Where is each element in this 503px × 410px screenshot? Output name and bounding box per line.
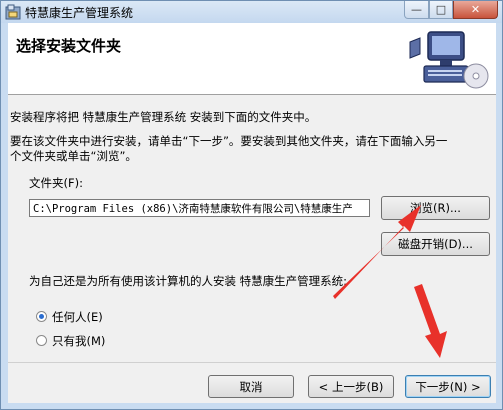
radio-label-everyone: 任何人(E) xyxy=(52,310,103,324)
back-button[interactable]: < 上一步(B) xyxy=(308,375,394,398)
radio-label-only-me: 只有我(M) xyxy=(52,334,106,348)
wizard-header: 选择安装文件夹 xyxy=(8,23,496,95)
radio-option-everyone[interactable]: 任何人(E) xyxy=(36,309,156,325)
radio-button-everyone[interactable] xyxy=(36,311,47,322)
radio-button-only-me[interactable] xyxy=(36,335,47,346)
instruction-text-line2: 个文件夹或单击“浏览”。 xyxy=(10,149,137,163)
next-button[interactable]: 下一步(N) > xyxy=(405,375,491,398)
window-title: 特慧康生产管理系统 xyxy=(25,6,134,20)
installer-window: 特慧康生产管理系统 — □ ✕ 选择安装文件夹 安装程序将把 特慧康生产管理系统… xyxy=(0,0,503,410)
install-for-label: 为自己还是为所有使用该计算机的人安装 特慧康生产管理系统: xyxy=(29,274,348,288)
radio-selected-dot xyxy=(39,314,44,319)
disk-cost-button[interactable]: 磁盘开销(D)... xyxy=(381,232,490,256)
folder-path-input[interactable]: C:\Program Files (x86)\济南特慧康软件有限公司\特慧康生产 xyxy=(29,199,370,217)
page-title: 选择安装文件夹 xyxy=(16,37,122,55)
close-button[interactable]: ✕ xyxy=(453,1,498,19)
minimize-button[interactable]: — xyxy=(404,1,429,19)
cancel-button[interactable]: 取消 xyxy=(208,375,294,398)
instruction-text-line1: 要在该文件夹中进行安装，请单击“下一步”。要安装到其他文件夹，请在下面输入另一 xyxy=(10,134,448,148)
installer-app-icon xyxy=(5,4,21,20)
intro-text: 安装程序将把 特慧康生产管理系统 安装到下面的文件夹中。 xyxy=(10,110,317,124)
title-bar[interactable]: 特慧康生产管理系统 — □ ✕ xyxy=(1,1,502,23)
computer-disc-icon xyxy=(409,31,489,89)
folder-label: 文件夹(F): xyxy=(29,176,83,190)
browse-button[interactable]: 浏览(R)... xyxy=(381,196,490,220)
radio-option-only-me[interactable]: 只有我(M) xyxy=(36,333,156,349)
wizard-content: 安装程序将把 特慧康生产管理系统 安装到下面的文件夹中。 要在该文件夹中进行安装… xyxy=(8,95,496,362)
maximize-button[interactable]: □ xyxy=(429,1,453,19)
wizard-footer: 取消 < 上一步(B) 下一步(N) > xyxy=(8,362,496,403)
